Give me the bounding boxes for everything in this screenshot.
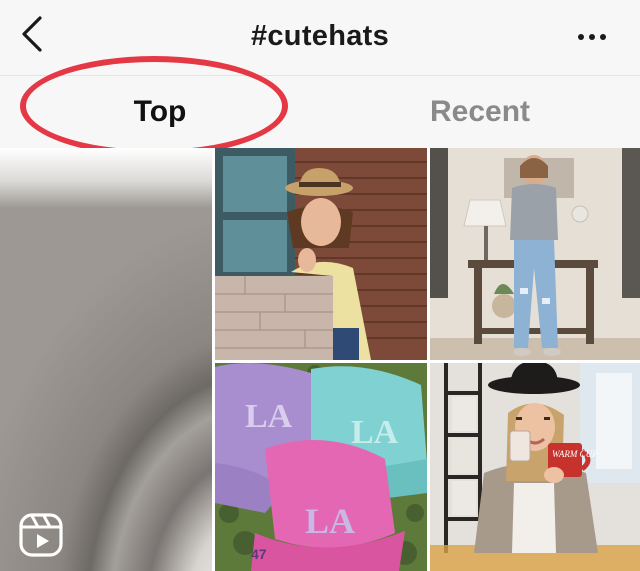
- grid-post[interactable]: WARM CUP: [430, 363, 640, 571]
- more-options-button[interactable]: [570, 20, 614, 52]
- reels-icon: [19, 513, 63, 557]
- cap-logo-text: LA: [305, 501, 355, 541]
- post-image-caps: LA LA LA 47: [215, 363, 427, 571]
- tab-recent[interactable]: Recent: [320, 76, 640, 148]
- grid-post[interactable]: LA LA LA 47: [215, 363, 427, 571]
- post-image-black-hat: WARM CUP: [430, 363, 640, 571]
- tab-top[interactable]: Top: [0, 76, 320, 148]
- cap-logo-text: LA: [351, 414, 399, 451]
- cap-brand-text: 47: [251, 546, 267, 562]
- more-horizontal-icon: [578, 34, 606, 40]
- post-image-living-room: [430, 148, 640, 360]
- grid-post[interactable]: [0, 148, 212, 571]
- hat-brim-highlight: [0, 148, 212, 208]
- top-bar: #cutehats: [0, 0, 640, 76]
- grid-post[interactable]: [430, 148, 640, 360]
- tab-bar: Top Recent: [0, 76, 640, 148]
- cap-logo-text: LA: [245, 398, 293, 435]
- page-title: #cutehats: [250, 20, 390, 52]
- post-image-fedora: [215, 148, 427, 360]
- post-grid: LA LA LA 47 WARM CUP: [0, 148, 640, 571]
- grid-post[interactable]: [215, 148, 427, 360]
- mug-text: WARM CUP: [552, 449, 598, 459]
